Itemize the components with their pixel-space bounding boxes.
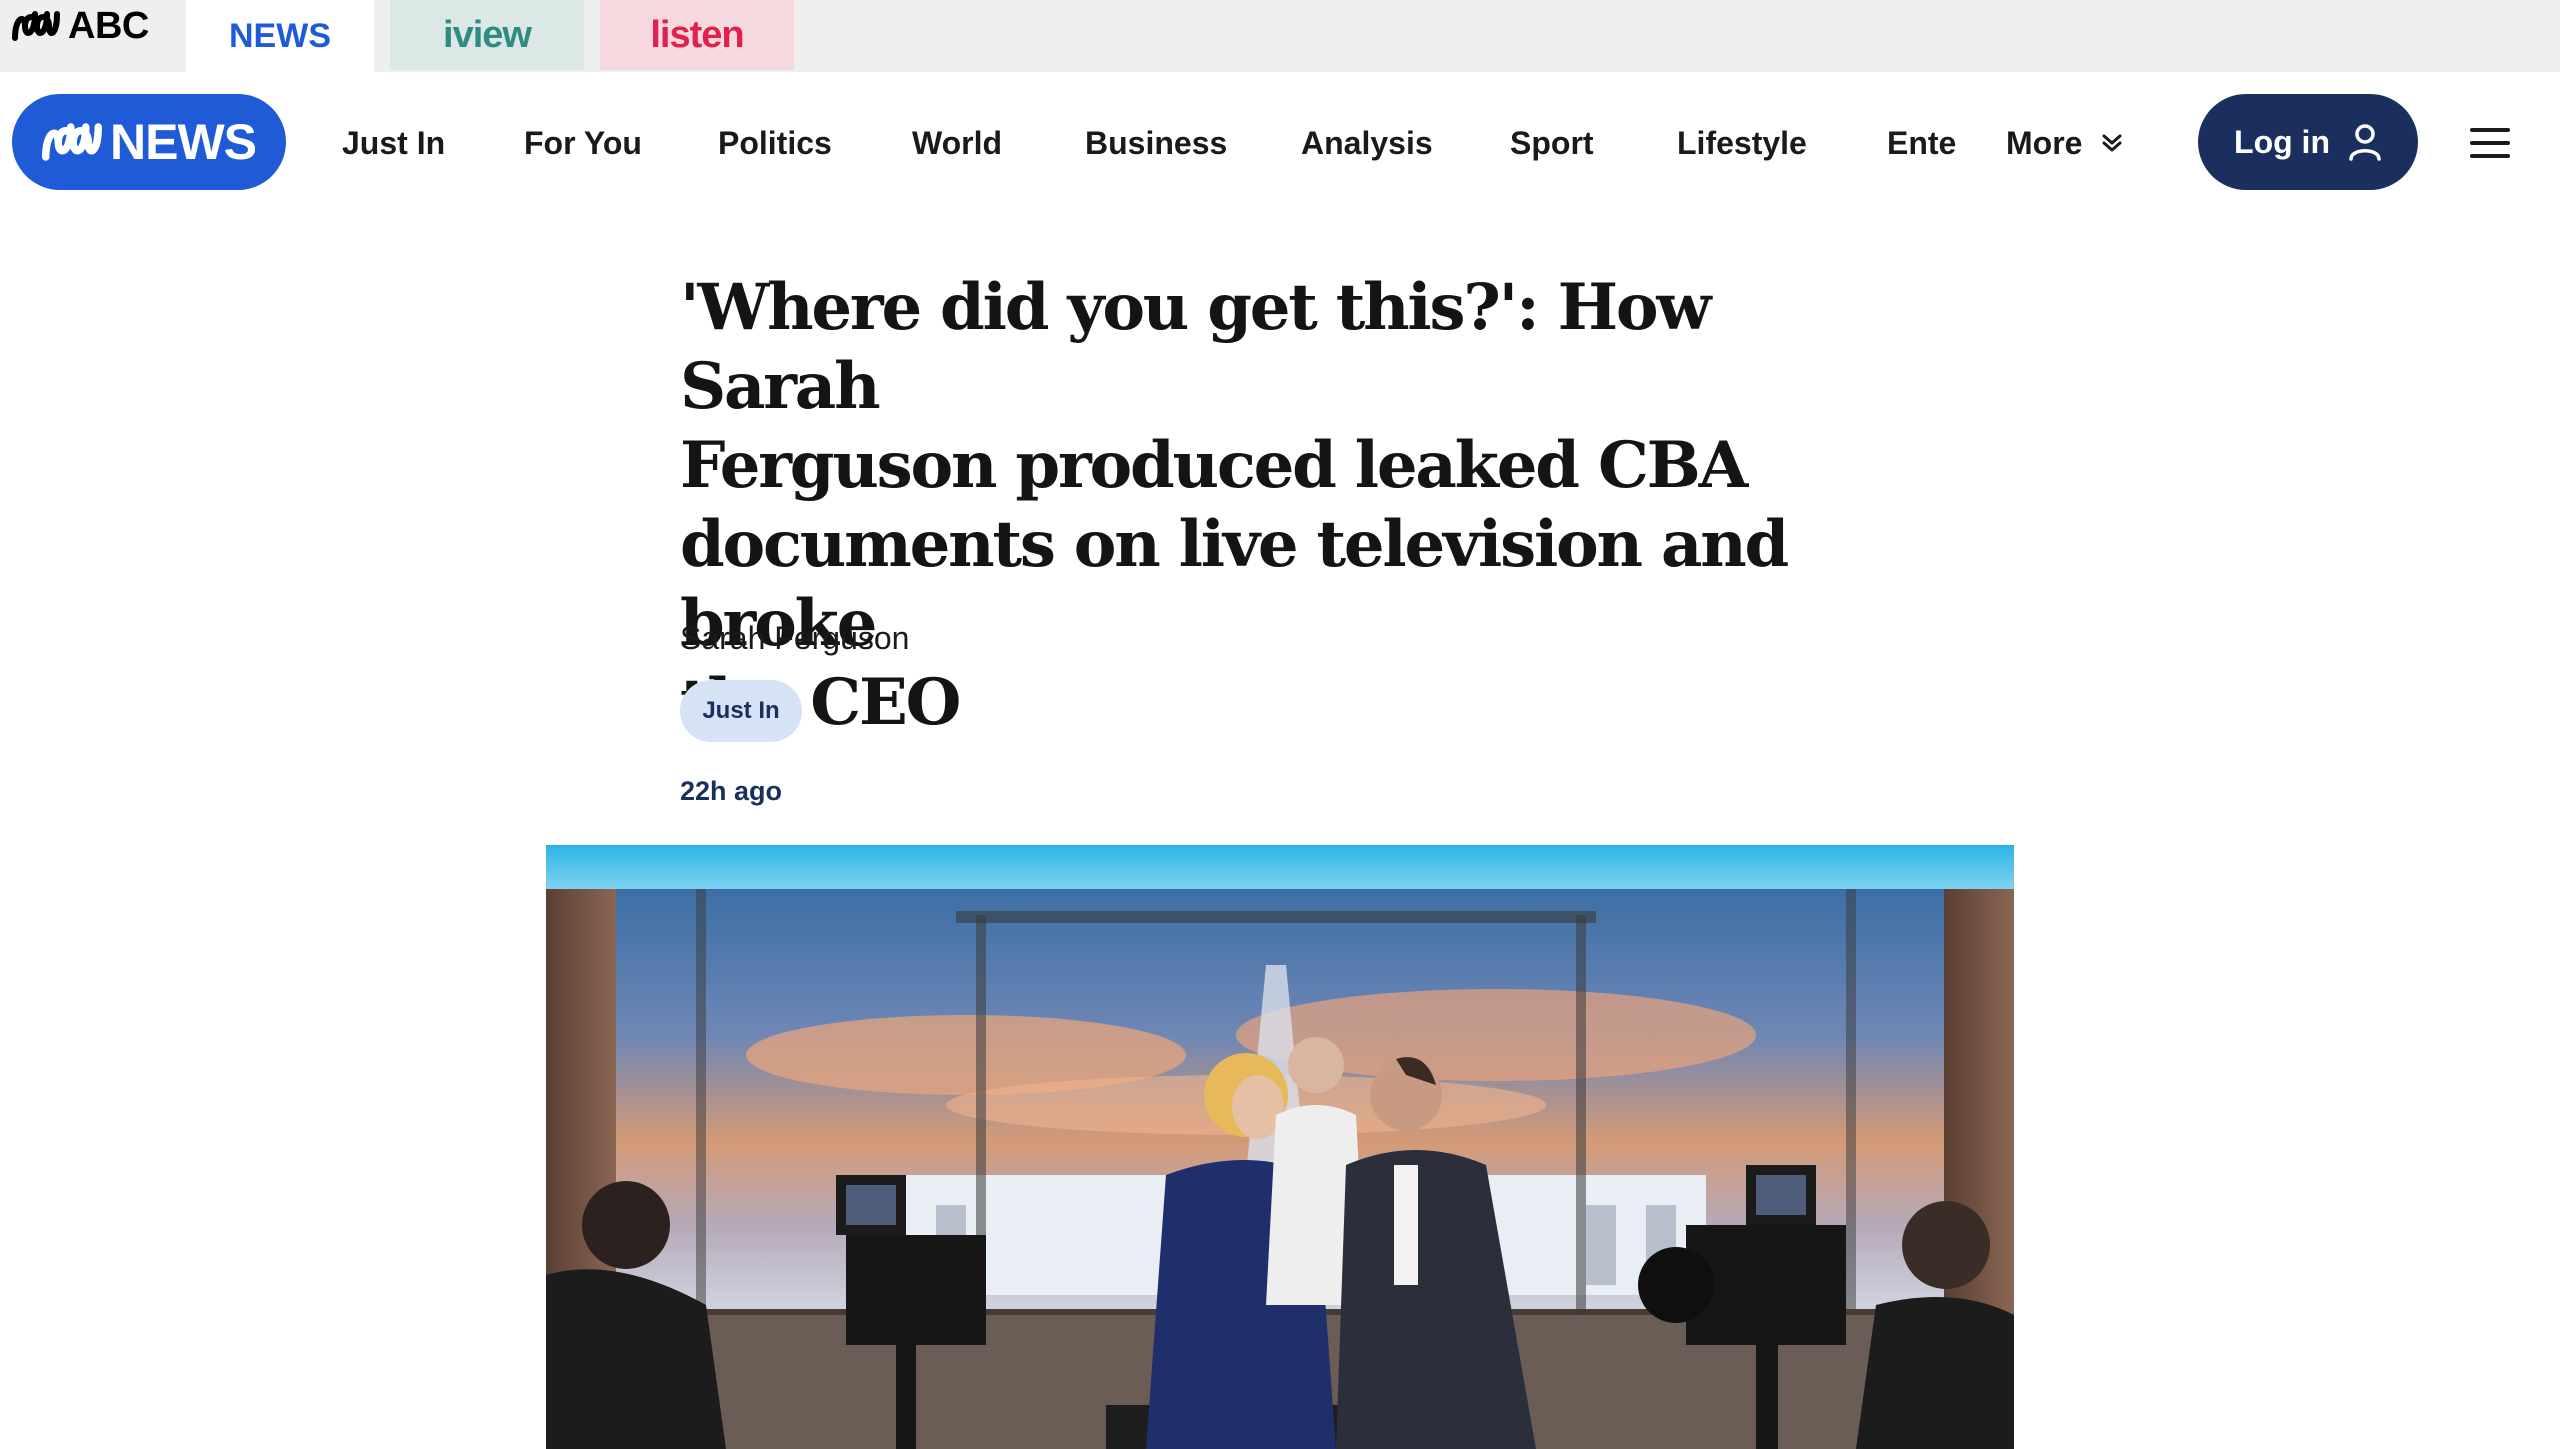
tab-iview[interactable]: iview — [390, 0, 584, 70]
nav-analysis[interactable]: Analysis — [1301, 122, 1433, 164]
nav-sport[interactable]: Sport — [1510, 122, 1594, 164]
abc-home-link[interactable]: ABC — [12, 4, 149, 48]
author-link[interactable]: Sarah Ferguson — [680, 620, 909, 657]
nav-entertainment[interactable]: Ente — [1887, 122, 1956, 164]
abc-lissajous-icon — [12, 11, 60, 41]
nav-politics[interactable]: Politics — [718, 122, 832, 164]
more-menu-button[interactable]: More — [2006, 122, 2124, 164]
login-button[interactable]: Log in — [2198, 94, 2418, 190]
nav-world[interactable]: World — [912, 122, 1002, 164]
just-in-tag[interactable]: Just In — [680, 680, 802, 742]
login-label: Log in — [2234, 123, 2330, 160]
article-timestamp: 22h ago — [680, 776, 783, 806]
article-headline: 'Where did you get this?': How Sarah Fer… — [680, 268, 1870, 742]
abc-brand-label: ABC — [68, 4, 149, 47]
news-logo-label: NEWS — [110, 114, 257, 170]
main-navigation: NEWS Just In For You Politics World Busi… — [0, 72, 2560, 212]
abc-news-logo[interactable]: NEWS — [12, 94, 286, 190]
nav-business[interactable]: Business — [1085, 122, 1227, 164]
nav-lifestyle[interactable]: Lifestyle — [1677, 122, 1807, 164]
nav-just-in[interactable]: Just In — [342, 122, 445, 164]
headline-line: 'Where did you get this?': How Sarah — [680, 270, 1711, 424]
abc-lissajous-icon — [42, 123, 102, 161]
user-icon — [2349, 124, 2381, 161]
studio-scene-illustration — [546, 845, 2014, 1449]
tab-listen[interactable]: listen — [600, 0, 794, 70]
more-label: More — [2006, 125, 2083, 161]
network-bar: ABC NEWS iview listen — [0, 0, 2560, 72]
headline-line: Ferguson produced leaked CBA — [680, 428, 1748, 503]
nav-for-you[interactable]: For You — [524, 122, 642, 164]
tab-news[interactable]: NEWS — [186, 0, 374, 72]
article-hero-image — [546, 845, 2014, 1449]
hamburger-menu-icon[interactable] — [2470, 128, 2510, 158]
double-chevron-down-icon — [2102, 134, 2122, 152]
